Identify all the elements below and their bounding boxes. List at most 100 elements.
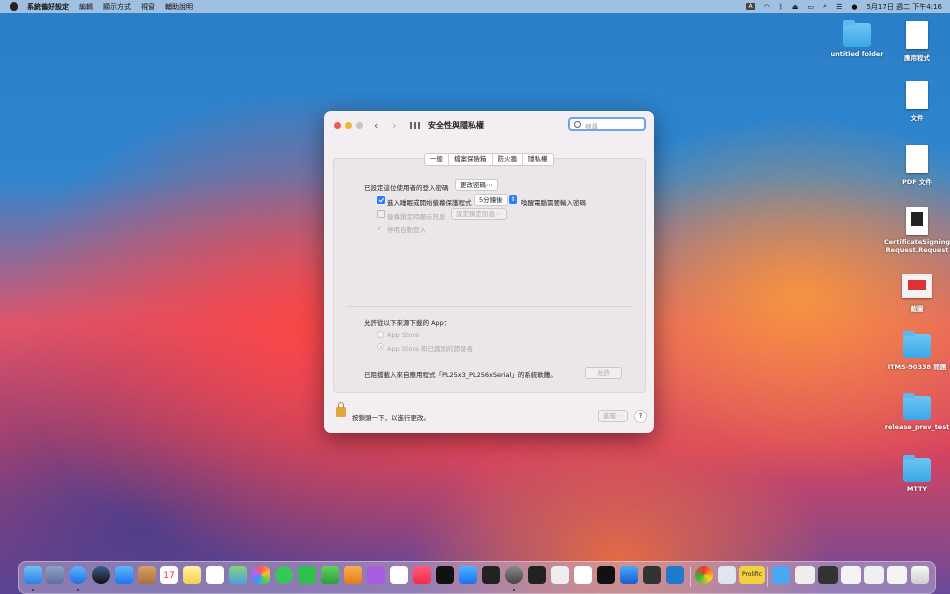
window-titlebar[interactable]: ‹ › 安全性與隱私權 搜尋: [324, 111, 654, 139]
window-thumbnail[interactable]: [818, 566, 838, 584]
notes-icon[interactable]: [183, 566, 201, 584]
music-icon[interactable]: [413, 566, 431, 584]
desktop-item[interactable]: release_prev_test: [882, 393, 950, 431]
reminders-icon[interactable]: [206, 566, 224, 584]
eject-icon[interactable]: ⏏: [792, 3, 799, 11]
desktop-item[interactable]: 文件: [882, 81, 950, 122]
radio-identified-developers[interactable]: [377, 343, 384, 350]
tab-filevault[interactable]: 檔案保險箱: [449, 154, 493, 165]
control-center-icon[interactable]: ☰: [836, 3, 842, 11]
desktop-item-label: release_prev_test: [884, 423, 950, 431]
show-message-checkbox[interactable]: [377, 210, 385, 218]
desktop-item[interactable]: CertificateSigningRequest.Request: [882, 207, 950, 254]
desktop-item[interactable]: 應用程式: [882, 21, 950, 62]
folder-icon: [903, 455, 931, 482]
system-preferences-icon[interactable]: [505, 566, 523, 584]
radio-app-store[interactable]: [377, 331, 384, 338]
help-button[interactable]: ?: [634, 410, 647, 423]
tab-general[interactable]: 一般: [425, 154, 449, 165]
terminal-icon[interactable]: [482, 566, 500, 584]
search-input[interactable]: 搜尋: [568, 117, 646, 131]
minimize-button[interactable]: [345, 122, 352, 129]
window-thumbnail[interactable]: [795, 566, 815, 584]
contacts-icon[interactable]: [138, 566, 156, 584]
numbers-icon[interactable]: [321, 566, 339, 584]
battery-icon[interactable]: ▭: [808, 3, 815, 11]
bluetooth-icon[interactable]: ᛒ: [779, 3, 783, 11]
document-icon[interactable]: [574, 566, 592, 584]
dock-separator: [690, 567, 691, 587]
dock-separator: [767, 567, 768, 587]
dock: 17 Prolific: [18, 561, 936, 594]
desktop-item-label: CertificateSigningRequest.Request: [884, 238, 950, 254]
apple-tv-icon[interactable]: [436, 566, 454, 584]
textedit-icon[interactable]: [551, 566, 569, 584]
photos-icon[interactable]: [252, 566, 270, 584]
siri-icon[interactable]: ●: [851, 3, 857, 11]
vscode-icon[interactable]: [666, 566, 684, 584]
safari-icon[interactable]: [69, 566, 87, 584]
allow-button[interactable]: 允許: [585, 367, 622, 379]
zoom-button[interactable]: [356, 122, 363, 129]
tab-privacy[interactable]: 隱私權: [523, 154, 553, 165]
console-icon[interactable]: [597, 566, 615, 584]
podcasts-icon[interactable]: [367, 566, 385, 584]
calendar-icon[interactable]: 17: [160, 566, 178, 584]
forward-chevron-icon[interactable]: ›: [392, 119, 396, 132]
change-password-button[interactable]: 更改密碼⋯: [455, 179, 498, 191]
trash-icon[interactable]: [911, 566, 929, 584]
downloads-folder-icon[interactable]: [772, 566, 790, 584]
desktop-item[interactable]: PDF 文件: [882, 145, 950, 186]
running-indicator: [513, 589, 515, 591]
menu-edit[interactable]: 編輯: [79, 2, 93, 12]
close-button[interactable]: [334, 122, 341, 129]
menu-window[interactable]: 視窗: [141, 2, 155, 12]
window-thumbnail[interactable]: [841, 566, 861, 584]
app-store-icon[interactable]: [459, 566, 477, 584]
finder-icon[interactable]: [24, 566, 42, 584]
chrome-icon[interactable]: [695, 566, 713, 584]
launchpad-icon[interactable]: [46, 566, 64, 584]
xcode-icon[interactable]: [620, 566, 638, 584]
pages-icon[interactable]: [344, 566, 362, 584]
password-delay-select[interactable]: 5分鐘後: [474, 194, 508, 206]
mail-icon[interactable]: [115, 566, 133, 584]
compass-icon[interactable]: [92, 566, 110, 584]
pdf-icon: [906, 145, 928, 173]
back-chevron-icon[interactable]: ‹: [374, 119, 378, 132]
prolific-icon[interactable]: Prolific: [739, 566, 765, 584]
desktop-item[interactable]: ITMS-90338 問題: [882, 331, 950, 371]
chevron-updown-icon[interactable]: ⇕: [509, 195, 517, 204]
apple-menu-icon[interactable]: [10, 2, 18, 11]
messages-icon[interactable]: [275, 566, 293, 584]
lock-label: 按鎖頭一下，以進行更改。: [352, 414, 430, 422]
desktop-item[interactable]: 截圖: [882, 270, 950, 313]
advanced-button[interactable]: 進階⋯: [598, 410, 628, 422]
tab-firewall[interactable]: 防火牆: [493, 154, 523, 165]
input-source-icon[interactable]: A: [746, 3, 755, 10]
menu-app-name[interactable]: 系統偏好設定: [27, 2, 69, 12]
folder-icon: [903, 393, 931, 420]
menu-view[interactable]: 顯示方式: [103, 2, 131, 12]
set-lock-message-button[interactable]: 設定鎖定訊息⋯: [451, 208, 507, 220]
activity-icon[interactable]: [528, 566, 546, 584]
window-thumbnail[interactable]: [864, 566, 884, 584]
window-thumbnail[interactable]: [887, 566, 907, 584]
lock-icon[interactable]: [336, 402, 346, 417]
facetime-icon[interactable]: [298, 566, 316, 584]
menu-clock[interactable]: 5月17日 週二 下午4:16: [866, 2, 942, 12]
require-password-checkbox[interactable]: [377, 196, 385, 204]
instruments-icon[interactable]: [643, 566, 661, 584]
running-indicator: [77, 589, 79, 591]
keynote-icon[interactable]: [390, 566, 408, 584]
maps-icon[interactable]: [229, 566, 247, 584]
preview-icon[interactable]: [718, 566, 736, 584]
menu-bar: 系統偏好設定 編輯 顯示方式 視窗 輔助說明 A ◠ ᛒ ⏏ ▭ ⌕ ☰ ● 5…: [0, 0, 950, 13]
wifi-icon[interactable]: ◠: [764, 3, 770, 11]
desktop-item[interactable]: MTTY: [882, 455, 950, 493]
spotlight-icon[interactable]: ⌕: [823, 2, 827, 11]
allow-apps-label: 允許從以下來源下載的 App：: [364, 319, 451, 327]
running-indicator: [32, 589, 34, 591]
show-all-grid-icon[interactable]: [410, 122, 420, 129]
menu-help[interactable]: 輔助說明: [165, 2, 193, 12]
